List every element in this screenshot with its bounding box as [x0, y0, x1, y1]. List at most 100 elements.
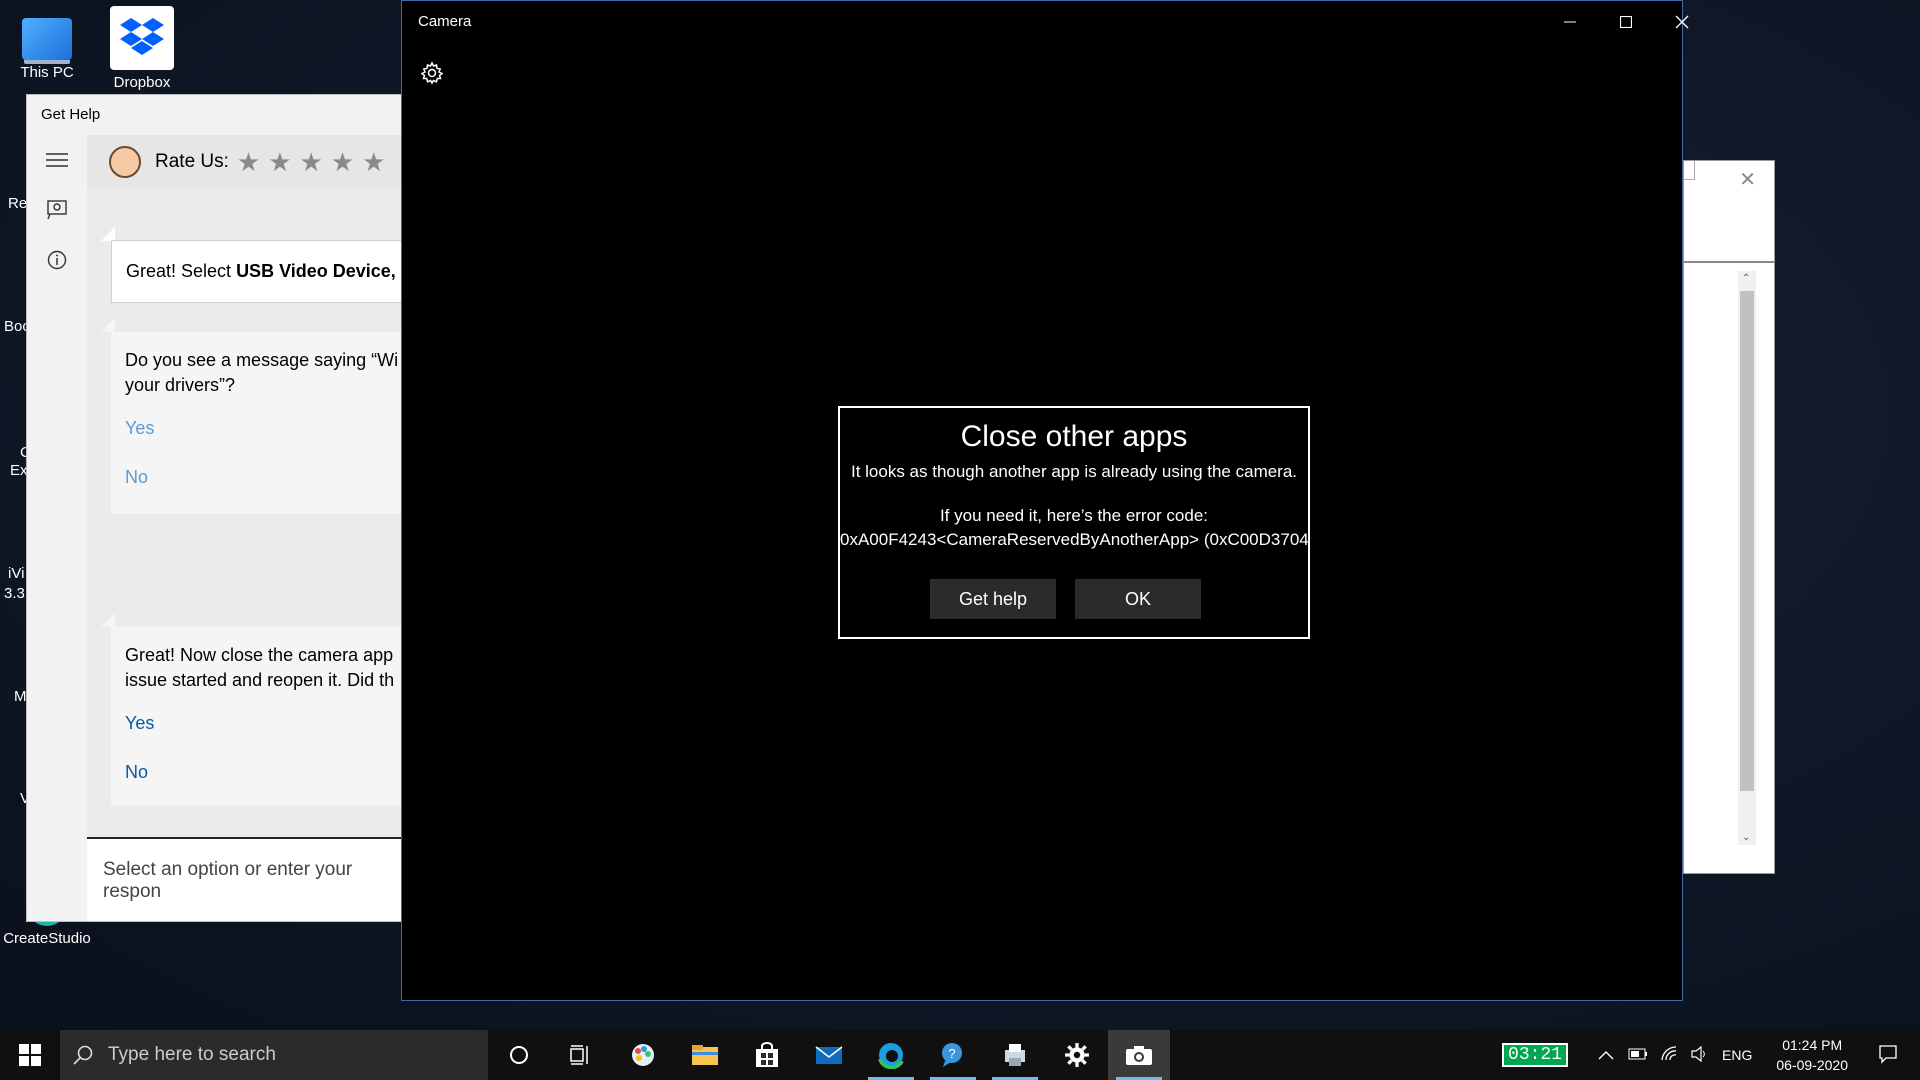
background-window: ✕ ⌃ ⌄ [1683, 160, 1775, 874]
get-help-button[interactable]: Get help [930, 579, 1056, 619]
message-bold-text: USB Video Device, [236, 261, 396, 281]
star-icon-4[interactable]: ★ [331, 147, 354, 178]
minimize-icon [1564, 21, 1576, 23]
info-icon [47, 250, 67, 270]
desktop-fragment: 3.3 [4, 585, 25, 602]
chevron-up-icon[interactable] [1598, 1047, 1614, 1063]
option-no[interactable]: No [125, 465, 401, 490]
desktop-icon-label: CreateStudio [3, 930, 91, 947]
get-help-title: Get Help [27, 95, 401, 135]
option-yes[interactable]: Yes [125, 711, 401, 736]
get-help-window: Get Help Rate Us: ★ ★ ★ ★ ★ Great! Selec… [26, 94, 402, 922]
svg-text:?: ? [948, 1046, 955, 1061]
star-icon-1[interactable]: ★ [237, 147, 260, 178]
about-button[interactable] [27, 235, 87, 285]
desktop-fragment: Ex [10, 462, 28, 479]
message-text: Great! Select [126, 261, 237, 281]
battery-icon[interactable] [1628, 1047, 1648, 1063]
cortana-icon [510, 1046, 528, 1064]
camera-icon [1126, 1046, 1152, 1065]
rate-us-label: Rate Us: [155, 151, 229, 172]
windows-logo-icon [19, 1044, 41, 1066]
taskbar-app-mail[interactable] [798, 1030, 860, 1080]
store-bag-icon [756, 1042, 778, 1067]
chat-person-icon [47, 200, 67, 220]
scrollbar-thumb[interactable] [1740, 291, 1754, 791]
taskbar-app-paint[interactable] [612, 1030, 674, 1080]
folder-icon [692, 1045, 718, 1065]
volume-icon[interactable] [1690, 1045, 1708, 1065]
notification-icon [1879, 1044, 1897, 1064]
hamburger-menu-button[interactable] [27, 135, 87, 185]
taskbar-app-get-help[interactable]: ? [922, 1030, 984, 1080]
scrollbar[interactable]: ⌃ ⌄ [1738, 271, 1756, 845]
message-text: Great! Now close the camera app [125, 645, 394, 665]
response-input[interactable]: Select an option or enter your respon [87, 837, 401, 921]
response-input-placeholder: Select an option or enter your respon [103, 859, 353, 902]
rate-us-bar: Rate Us: ★ ★ ★ ★ ★ [87, 135, 401, 189]
dialog-message: It looks as though another app is alread… [850, 462, 1298, 481]
mail-icon [815, 1046, 843, 1064]
maximize-button[interactable] [1598, 1, 1654, 43]
dropbox-icon [110, 6, 174, 70]
option-no[interactable]: No [125, 760, 401, 785]
desktop-icon-this-pc[interactable]: This PC [2, 8, 92, 81]
option-yes[interactable]: Yes [125, 416, 401, 441]
desktop-icon-dropbox[interactable]: Dropbox [97, 6, 187, 91]
task-view-button[interactable] [550, 1030, 612, 1080]
settings-button[interactable] [420, 61, 444, 90]
contact-support-button[interactable] [27, 185, 87, 235]
gear-icon [1065, 1043, 1089, 1067]
ok-button[interactable]: OK [1075, 579, 1201, 619]
start-button[interactable] [0, 1030, 60, 1080]
recording-timer[interactable]: 03:21 [1502, 1043, 1569, 1067]
taskbar-app-printer[interactable] [984, 1030, 1046, 1080]
get-help-icon: ? [942, 1043, 962, 1067]
chat-message: Great! Select USB Video Device, [111, 240, 401, 303]
message-text: issue started and reopen it. Did th [125, 670, 395, 690]
desktop-icon-label: Dropbox [113, 74, 171, 91]
search-icon [73, 1045, 93, 1065]
taskbar-app-edge[interactable] [860, 1030, 922, 1080]
dialog-title: Close other apps [960, 420, 1188, 453]
close-icon[interactable]: ✕ [1739, 167, 1756, 192]
cortana-button[interactable] [488, 1030, 550, 1080]
desktop-fragment: iVi [8, 565, 25, 582]
message-text: your drivers”? [125, 375, 236, 395]
search-placeholder: Type here to search [108, 1044, 276, 1065]
close-button[interactable] [1654, 1, 1710, 43]
star-icon-2[interactable]: ★ [268, 147, 291, 178]
minimize-button[interactable] [1542, 1, 1598, 43]
taskbar-app-store[interactable] [736, 1030, 798, 1080]
this-pc-icon [22, 18, 72, 60]
notifications-button[interactable] [1878, 1044, 1898, 1067]
star-icon-3[interactable]: ★ [300, 147, 323, 178]
avatar [109, 146, 141, 178]
desktop-icon-label: This PC [20, 64, 74, 81]
desktop-fragment: Re [8, 195, 28, 212]
dialog-error-intro: If you need it, here’s the error code: [939, 506, 1209, 525]
wifi-icon[interactable] [1660, 1045, 1678, 1065]
close-other-apps-dialog: Close other apps It looks as though anot… [838, 406, 1310, 639]
window-title: Camera [418, 13, 472, 30]
paint-palette-icon [632, 1044, 654, 1066]
get-help-nav-rail [27, 135, 87, 921]
message-text: Do you see a message saying “Wi [125, 350, 399, 370]
dialog-error-code: 0xA00F4243<CameraReservedByAnotherApp> (… [840, 530, 1310, 549]
chevron-down-icon[interactable]: ⌄ [1742, 832, 1750, 843]
maximize-icon [1620, 16, 1632, 28]
chevron-up-icon[interactable]: ⌃ [1742, 273, 1750, 284]
clock-time: 01:24 PM [1782, 1037, 1843, 1053]
taskbar-app-camera[interactable] [1108, 1030, 1170, 1080]
chat-message: Great! Now close the camera app issue st… [111, 627, 401, 805]
taskbar-search-box[interactable]: Type here to search [60, 1030, 488, 1080]
close-icon [1675, 15, 1689, 29]
chat-message: Do you see a message saying “Wi your dri… [111, 332, 401, 514]
input-language-indicator[interactable]: ENG [1722, 1047, 1752, 1063]
clock[interactable]: 01:24 PM 06-09-2020 [1776, 1035, 1848, 1075]
desktop-fragment: M [14, 688, 27, 705]
star-icon-5[interactable]: ★ [362, 147, 385, 178]
taskbar-app-settings[interactable] [1046, 1030, 1108, 1080]
get-help-conversation: Rate Us: ★ ★ ★ ★ ★ Great! Select USB Vid… [87, 135, 401, 921]
taskbar-app-file-explorer[interactable] [674, 1030, 736, 1080]
